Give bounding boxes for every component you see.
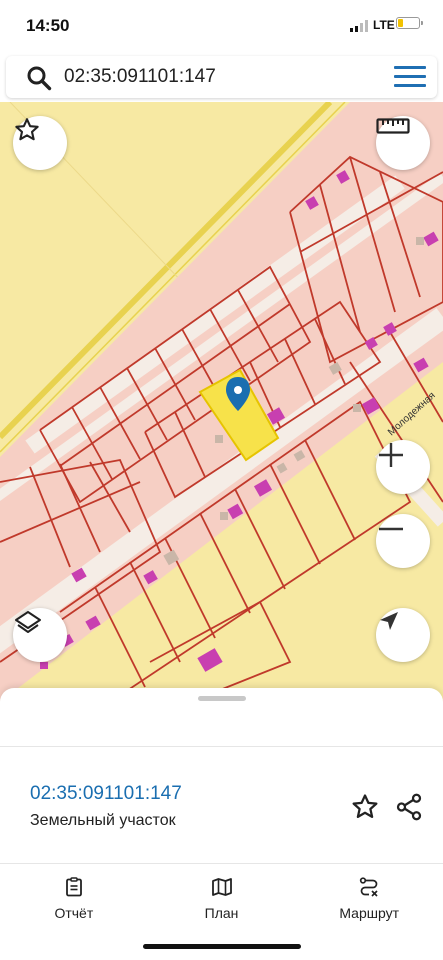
network-type: LTE — [373, 18, 395, 32]
zoom-in-button[interactable] — [376, 440, 430, 494]
menu-icon[interactable] — [394, 66, 426, 90]
map-view[interactable]: Молодежная — [0, 102, 443, 702]
zoom-out-button[interactable] — [376, 514, 430, 568]
map-plan-icon — [211, 878, 232, 896]
bottom-sheet: 02:35:091101:147 Земельный участок Отчёт — [0, 688, 443, 960]
status-bar: 14:50 LTE — [0, 0, 443, 52]
share-icon[interactable] — [394, 792, 424, 822]
my-location-button[interactable] — [376, 608, 430, 662]
ruler-button[interactable] — [376, 116, 430, 170]
search-input[interactable] — [64, 62, 364, 92]
tab-route-label: Маршрут — [339, 905, 400, 921]
status-time: 14:50 — [26, 16, 70, 35]
sheet-grabber[interactable] — [198, 696, 246, 701]
tab-plan-label: План — [204, 905, 239, 921]
tab-report[interactable]: Отчёт — [0, 864, 148, 930]
tab-plan[interactable]: План — [148, 864, 296, 930]
plus-icon — [379, 443, 403, 467]
minus-icon — [379, 527, 403, 531]
favorite-star-icon[interactable] — [350, 792, 380, 822]
cadastral-number[interactable]: 02:35:091101:147 — [30, 783, 182, 805]
home-indicator — [143, 944, 301, 949]
search-bar — [6, 56, 437, 98]
tab-report-label: Отчёт — [54, 905, 94, 921]
route-icon — [360, 877, 378, 897]
star-icon — [15, 118, 39, 141]
tab-route[interactable]: Маршрут — [295, 864, 443, 930]
report-icon — [65, 877, 82, 897]
ruler-icon — [376, 118, 410, 134]
battery-icon — [396, 17, 420, 29]
layers-icon — [15, 611, 41, 633]
parcel-type-label: Земельный участок — [30, 812, 176, 829]
bottom-tab-bar: Отчёт План Маршрут — [0, 864, 443, 930]
layers-button[interactable] — [13, 608, 67, 662]
signal-icon — [350, 20, 368, 32]
search-icon[interactable] — [26, 65, 52, 91]
favorite-map-button[interactable] — [13, 116, 67, 170]
navigation-arrow-icon — [380, 612, 398, 630]
